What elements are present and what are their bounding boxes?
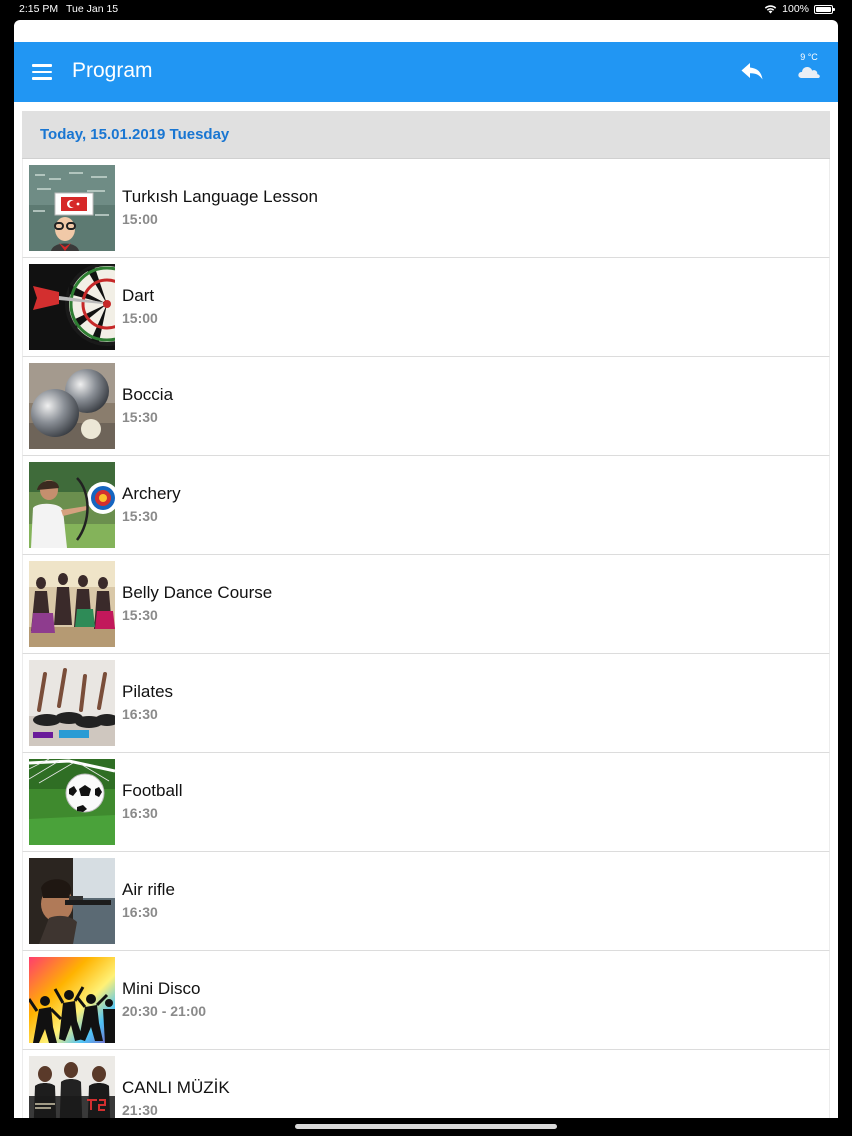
item-time: 15:00 [122, 211, 158, 227]
live-music-photo [29, 1056, 115, 1118]
dart-photo [29, 264, 115, 350]
item-time: 15:30 [122, 508, 158, 524]
wifi-icon [764, 5, 777, 14]
program-list-container[interactable]: Today, 15.01.2019 Tuesday Turkısh Langua… [22, 111, 830, 1118]
list-item[interactable]: Mini Disco 20:30 - 21:00 [22, 951, 830, 1050]
status-bar: 2:15 PM Tue Jan 15 100% [0, 0, 852, 20]
status-date: Tue Jan 15 [66, 3, 119, 15]
item-title: Pilates [122, 682, 174, 701]
weather-temperature: 9 °C [800, 52, 818, 62]
app-screen: Program 9 °C Today, 15.01.2019 Tuesday T… [14, 20, 838, 1118]
back-button[interactable] [740, 60, 766, 84]
item-time: 16:30 [122, 805, 158, 821]
battery-icon [814, 4, 835, 14]
home-indicator[interactable] [295, 1124, 557, 1129]
list-item[interactable]: Pilates 16:30 [22, 654, 830, 753]
list-item[interactable]: CANLI MÜZİK 21:30 [22, 1050, 830, 1118]
item-title: Air rifle [122, 880, 175, 899]
item-title: Football [122, 781, 183, 800]
item-time: 15:00 [122, 310, 158, 326]
date-header-label: Today, 15.01.2019 Tuesday [40, 126, 230, 143]
football-photo [29, 759, 115, 845]
date-header: Today, 15.01.2019 Tuesday [22, 111, 830, 159]
boccia-photo [29, 363, 115, 449]
air-rifle-photo [29, 858, 115, 944]
item-time: 16:30 [122, 706, 158, 722]
list-item[interactable]: Boccia 15:30 [22, 357, 830, 456]
hamburger-icon-line [32, 70, 52, 73]
reply-icon [741, 63, 763, 80]
item-title: Archery [122, 484, 181, 503]
menu-button[interactable] [32, 61, 56, 83]
program-list: Turkısh Language Lesson 15:00 Dart 15:00… [22, 159, 830, 1118]
item-title: Turkısh Language Lesson [122, 187, 318, 206]
status-time: 2:15 PM [19, 3, 59, 15]
battery-percent: 100% [782, 3, 809, 15]
belly-dance-photo [29, 561, 115, 647]
item-time: 15:30 [122, 409, 158, 425]
list-item[interactable]: Turkısh Language Lesson 15:00 [22, 159, 830, 258]
app-bar: Program 9 °C [14, 42, 838, 102]
item-title: Dart [122, 286, 155, 305]
turkish-lesson-photo [29, 165, 115, 251]
list-item[interactable]: Dart 15:00 [22, 258, 830, 357]
archery-photo [29, 462, 115, 548]
hamburger-icon-line [32, 77, 52, 80]
list-item[interactable]: Air rifle 16:30 [22, 852, 830, 951]
page-title: Program [72, 59, 153, 82]
item-time: 20:30 - 21:00 [122, 1003, 207, 1019]
mini-disco-photo [29, 957, 115, 1043]
item-title: Boccia [122, 385, 174, 404]
list-item[interactable]: Belly Dance Course 15:30 [22, 555, 830, 654]
cloud-icon [798, 66, 820, 78]
list-item[interactable]: Archery 15:30 [22, 456, 830, 555]
item-time: 15:30 [122, 607, 158, 623]
item-title: CANLI MÜZİK [122, 1078, 230, 1097]
item-title: Mini Disco [122, 979, 201, 998]
weather-widget[interactable]: 9 °C [792, 52, 826, 84]
pilates-photo [29, 660, 115, 746]
item-title: Belly Dance Course [122, 583, 273, 602]
item-time: 16:30 [122, 904, 158, 920]
list-item[interactable]: Football 16:30 [22, 753, 830, 852]
item-time: 21:30 [122, 1102, 158, 1118]
hamburger-icon-line [32, 64, 52, 67]
status-indicators: 100% [764, 3, 835, 15]
